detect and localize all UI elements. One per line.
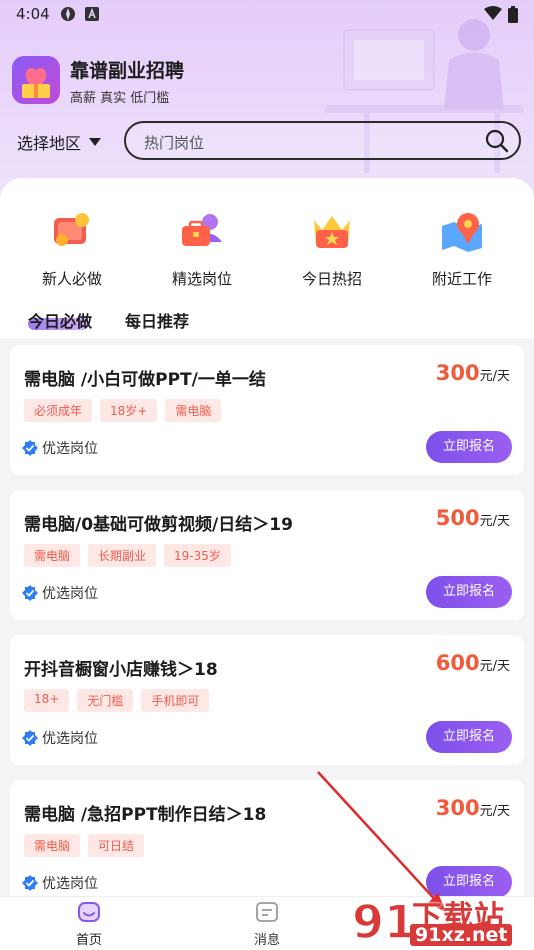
- verified-badge: 优选岗位: [22, 873, 98, 893]
- job-title: 需电脑 /小白可做PPT/一单一结: [24, 370, 266, 390]
- verified-label: 优选岗位: [42, 731, 98, 747]
- verified-check-icon: [22, 730, 38, 746]
- job-card[interactable]: 开抖音橱窗小店赚钱＞18 600元/天 18+ 无门槛 手机即可 优选岗位 立即…: [10, 635, 524, 765]
- job-tag: 长期副业: [88, 544, 157, 567]
- job-tag: 18岁+: [100, 399, 158, 422]
- app-name: 靠谱副业招聘: [70, 60, 185, 82]
- notification-a-icon: [85, 7, 99, 21]
- watermark-logo: 91: [351, 894, 412, 950]
- verified-label: 优选岗位: [42, 441, 98, 457]
- category-label: 新人必做: [41, 270, 102, 288]
- job-tag: 无门槛: [77, 689, 134, 712]
- tab-today[interactable]: 今日必做: [28, 308, 92, 332]
- verified-badge: 优选岗位: [22, 728, 98, 748]
- job-tag: 需电脑: [165, 399, 222, 422]
- nav-messages[interactable]: 消息: [227, 901, 307, 948]
- job-tag: 手机即可: [141, 689, 210, 712]
- job-tags: 需电脑 长期副业 19-35岁: [24, 544, 231, 567]
- job-title: 开抖音橱窗小店赚钱＞18: [24, 660, 218, 680]
- job-salary: 600元/天: [436, 651, 510, 675]
- apply-button[interactable]: 立即报名: [426, 721, 512, 753]
- salary-amount: 300: [435, 361, 480, 385]
- job-tags: 必须成年 18岁+ 需电脑: [24, 399, 222, 422]
- verified-label: 优选岗位: [42, 586, 98, 602]
- svg-text:91: 91: [352, 895, 412, 949]
- job-card[interactable]: 需电脑/0基础可做剪视频/日结＞19 500元/天 需电脑 长期副业 19-35…: [10, 490, 524, 620]
- notification-app-icon: [61, 7, 75, 21]
- salary-unit: 元/天: [479, 369, 510, 384]
- category-label: 附近工作: [431, 270, 492, 288]
- category-label: 精选岗位: [171, 270, 232, 288]
- app-slogan: 高薪 真实 低门槛: [70, 91, 170, 106]
- job-tag: 需电脑: [24, 834, 81, 857]
- map-pin-icon: [442, 213, 482, 252]
- verified-badge: 优选岗位: [22, 583, 98, 603]
- crown-star-icon: [314, 216, 350, 248]
- nav-label: 消息: [253, 933, 280, 948]
- category-label: 今日热招: [301, 270, 362, 288]
- home-icon: [78, 902, 100, 922]
- verified-badge: 优选岗位: [22, 438, 98, 458]
- watermark: 91 下载站 91xz.net: [350, 888, 530, 950]
- salary-unit: 元/天: [479, 659, 510, 674]
- status-bar: 4:04: [0, 0, 534, 28]
- job-tag: 可日结: [88, 834, 145, 857]
- category-new-user[interactable]: 新人必做: [17, 208, 127, 289]
- category-featured[interactable]: 精选岗位: [147, 208, 257, 289]
- verified-check-icon: [22, 875, 38, 891]
- job-salary: 500元/天: [436, 506, 510, 530]
- region-selector[interactable]: 选择地区: [17, 130, 102, 154]
- tab-daily-recommend[interactable]: 每日推荐: [125, 308, 189, 332]
- wallet-coin-icon: [54, 213, 89, 246]
- job-tags: 18+ 无门槛 手机即可: [24, 689, 210, 712]
- verified-label: 优选岗位: [42, 876, 98, 892]
- search-placeholder: 热门岗位: [144, 134, 205, 152]
- job-tags: 需电脑 可日结: [24, 834, 145, 857]
- gift-heart-icon: [22, 68, 50, 98]
- salary-unit: 元/天: [479, 804, 510, 819]
- region-label: 选择地区: [17, 134, 82, 153]
- battery-icon: [508, 6, 518, 23]
- nav-label: 首页: [75, 933, 102, 948]
- salary-amount: 500: [435, 506, 480, 530]
- watermark-url: 91xz.net: [410, 924, 513, 946]
- job-salary: 300元/天: [436, 796, 510, 820]
- verified-check-icon: [22, 585, 38, 601]
- app-logo: [12, 56, 60, 104]
- job-tag: 19-35岁: [164, 544, 231, 567]
- message-icon: [256, 902, 278, 922]
- apply-button[interactable]: 立即报名: [426, 431, 512, 463]
- job-salary: 300元/天: [436, 361, 510, 385]
- briefcase-person-icon: [182, 214, 222, 246]
- search-input[interactable]: 热门岗位: [124, 121, 521, 160]
- status-time: 4:04: [16, 5, 50, 23]
- job-tag: 18+: [24, 689, 70, 712]
- apply-button[interactable]: 立即报名: [426, 576, 512, 608]
- job-tag: 需电脑: [24, 544, 81, 567]
- category-hot-today[interactable]: 今日热招: [277, 208, 387, 289]
- search-icon[interactable]: [485, 129, 509, 153]
- verified-check-icon: [22, 440, 38, 456]
- wifi-icon: [484, 6, 502, 20]
- salary-amount: 300: [435, 796, 480, 820]
- salary-unit: 元/天: [479, 514, 510, 529]
- job-title: 需电脑/0基础可做剪视频/日结＞19: [24, 515, 293, 535]
- salary-amount: 600: [435, 651, 480, 675]
- category-nearby[interactable]: 附近工作: [407, 208, 517, 289]
- caret-down-icon: [89, 138, 102, 146]
- nav-home[interactable]: 首页: [49, 901, 129, 948]
- job-card[interactable]: 需电脑 /小白可做PPT/一单一结 300元/天 必须成年 18岁+ 需电脑 优…: [10, 345, 524, 475]
- job-tag: 必须成年: [24, 399, 93, 422]
- job-title: 需电脑 /急招PPT制作日结＞18: [24, 805, 267, 825]
